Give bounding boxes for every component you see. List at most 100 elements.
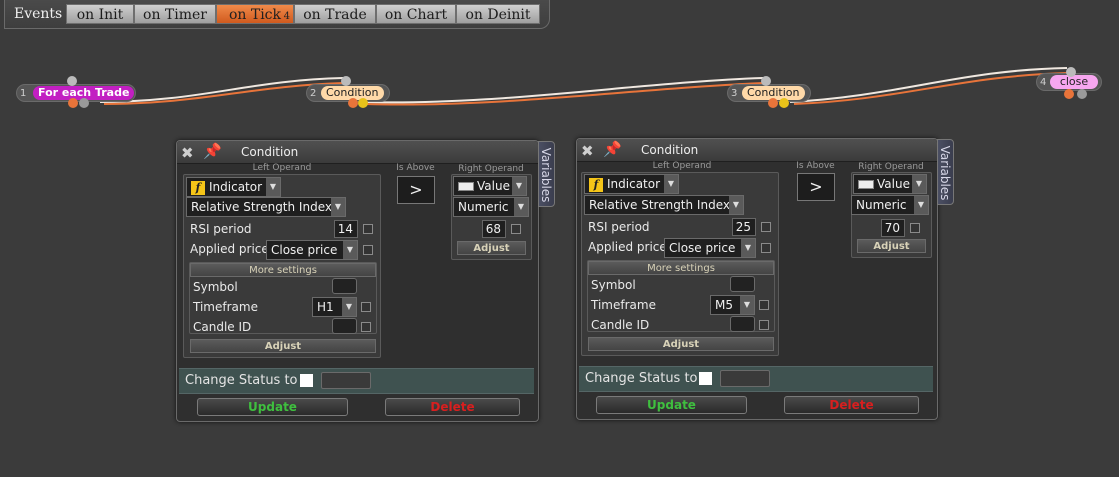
rsi-period-label: RSI period bbox=[190, 222, 252, 236]
timeframe-checkbox[interactable] bbox=[361, 302, 371, 312]
value-icon bbox=[458, 182, 474, 191]
tab-label: on Trade bbox=[303, 7, 367, 23]
rsi-period-checkbox[interactable] bbox=[761, 222, 771, 232]
candle-id-input[interactable] bbox=[332, 318, 357, 334]
node-input-pin[interactable] bbox=[341, 76, 351, 86]
node-output-pin[interactable] bbox=[79, 98, 89, 108]
symbol-label: Symbol bbox=[591, 278, 636, 292]
node-output-pin[interactable] bbox=[1064, 89, 1074, 99]
candle-id-checkbox[interactable] bbox=[759, 320, 769, 330]
rsi-period-label: RSI period bbox=[588, 220, 650, 234]
node-output-pin[interactable] bbox=[1077, 89, 1087, 99]
candle-id-input[interactable] bbox=[730, 316, 755, 332]
panel-title: Condition bbox=[241, 145, 299, 159]
tab-on-init[interactable]: on Init bbox=[66, 4, 134, 24]
tab-on-deinit[interactable]: on Deinit bbox=[456, 4, 540, 24]
update-button[interactable]: Update bbox=[197, 398, 348, 416]
operator-button[interactable]: > bbox=[397, 176, 435, 204]
operator-label: Is Above bbox=[396, 163, 435, 173]
right-adjust-button[interactable]: Adjust bbox=[857, 239, 926, 253]
pin-icon[interactable]: 📌 bbox=[203, 142, 222, 160]
right-type-value: Value bbox=[877, 177, 910, 191]
variables-tab-label: Variables bbox=[539, 147, 553, 203]
node-input-pin[interactable] bbox=[1066, 67, 1076, 77]
timeframe-select[interactable]: M5 ▼ bbox=[710, 295, 755, 315]
node-input-pin[interactable] bbox=[761, 76, 771, 86]
right-operand-label: Right Operand bbox=[858, 162, 924, 172]
node-number: 1 bbox=[20, 88, 27, 99]
chevron-down-icon: ▼ bbox=[729, 196, 743, 214]
node-output-pin[interactable] bbox=[68, 98, 78, 108]
right-format-value: Numeric bbox=[458, 200, 509, 214]
change-status-checkbox[interactable] bbox=[300, 374, 313, 387]
tab-on-trade[interactable]: on Trade bbox=[294, 4, 376, 24]
symbol-input[interactable] bbox=[332, 278, 357, 294]
update-button[interactable]: Update bbox=[596, 396, 747, 414]
right-value-input[interactable]: 70 bbox=[881, 219, 905, 237]
applied-price-checkbox[interactable] bbox=[363, 245, 373, 255]
chevron-down-icon: ▼ bbox=[741, 239, 755, 257]
right-format-select[interactable]: Numeric ▼ bbox=[453, 197, 529, 217]
rsi-period-input[interactable]: 25 bbox=[732, 218, 756, 236]
close-icon[interactable]: ✖ bbox=[581, 142, 594, 160]
panel-title: Condition bbox=[641, 143, 699, 157]
indicator-value: Relative Strength Index bbox=[589, 198, 730, 212]
pin-icon[interactable]: 📌 bbox=[603, 140, 622, 158]
applied-price-label: Applied price bbox=[588, 240, 667, 254]
chevron-down-icon: ▼ bbox=[343, 241, 357, 259]
applied-price-select[interactable]: Close price ▼ bbox=[266, 240, 358, 260]
chevron-down-icon: ▼ bbox=[266, 178, 280, 196]
variables-tab-label: Variables bbox=[938, 145, 952, 201]
operator-button[interactable]: > bbox=[797, 173, 835, 201]
condition-panel-1: ✖ 📌 Condition Variables Left Operand f In… bbox=[176, 140, 555, 422]
candle-id-label: Candle ID bbox=[591, 318, 650, 332]
change-status-checkbox[interactable] bbox=[699, 372, 712, 385]
variables-tab[interactable]: Variables bbox=[937, 139, 954, 205]
right-value-checkbox[interactable] bbox=[511, 224, 521, 234]
more-settings-header[interactable]: More settings bbox=[588, 261, 774, 275]
delete-button[interactable]: Delete bbox=[784, 396, 919, 414]
change-status-select[interactable] bbox=[720, 370, 770, 387]
left-type-select[interactable]: f Indicator ▼ bbox=[584, 174, 679, 194]
node-output-pin[interactable] bbox=[779, 98, 789, 108]
variables-tab[interactable]: Variables bbox=[538, 141, 555, 207]
right-type-select[interactable]: Value ▼ bbox=[453, 176, 527, 196]
rsi-period-checkbox[interactable] bbox=[363, 224, 373, 234]
tab-on-timer[interactable]: on Timer bbox=[134, 4, 216, 24]
applied-price-select[interactable]: Close price ▼ bbox=[664, 238, 756, 258]
change-status-label: Change Status to bbox=[185, 373, 298, 388]
timeframe-select[interactable]: H1 ▼ bbox=[312, 297, 357, 317]
node-output-pin[interactable] bbox=[768, 98, 778, 108]
right-type-select[interactable]: Value ▼ bbox=[853, 174, 927, 194]
right-format-select[interactable]: Numeric ▼ bbox=[851, 195, 929, 215]
tab-on-tick[interactable]: on Tick 4 bbox=[216, 4, 294, 24]
adjust-button[interactable]: Adjust bbox=[588, 337, 774, 351]
applied-price-checkbox[interactable] bbox=[761, 243, 771, 253]
change-status-label: Change Status to bbox=[585, 371, 698, 386]
node-output-pin[interactable] bbox=[358, 98, 368, 108]
applied-price-label: Applied price bbox=[190, 242, 269, 256]
timeframe-value: H1 bbox=[317, 300, 334, 314]
left-operand-label: Left Operand bbox=[652, 161, 712, 171]
tab-label: on Deinit bbox=[465, 7, 531, 23]
right-value-input[interactable]: 68 bbox=[482, 220, 506, 238]
delete-button[interactable]: Delete bbox=[385, 398, 520, 416]
more-settings-header[interactable]: More settings bbox=[190, 263, 376, 277]
right-value-checkbox[interactable] bbox=[910, 223, 920, 233]
candle-id-checkbox[interactable] bbox=[361, 322, 371, 332]
left-type-select[interactable]: f Indicator ▼ bbox=[186, 177, 281, 197]
indicator-select[interactable]: Relative Strength Index ▼ bbox=[186, 197, 346, 217]
indicator-select[interactable]: Relative Strength Index ▼ bbox=[584, 195, 744, 215]
tab-on-chart[interactable]: on Chart bbox=[376, 4, 456, 24]
close-icon[interactable]: ✖ bbox=[181, 144, 194, 162]
adjust-button[interactable]: Adjust bbox=[190, 339, 376, 353]
right-adjust-button[interactable]: Adjust bbox=[457, 241, 526, 255]
symbol-input[interactable] bbox=[730, 276, 755, 292]
timeframe-checkbox[interactable] bbox=[759, 300, 769, 310]
node-output-pin[interactable] bbox=[348, 98, 358, 108]
change-status-select[interactable] bbox=[321, 372, 371, 389]
rsi-period-input[interactable]: 14 bbox=[334, 220, 358, 238]
timeframe-label: Timeframe bbox=[591, 298, 656, 312]
node-input-pin[interactable] bbox=[67, 76, 77, 86]
right-operand-label: Right Operand bbox=[458, 164, 524, 174]
